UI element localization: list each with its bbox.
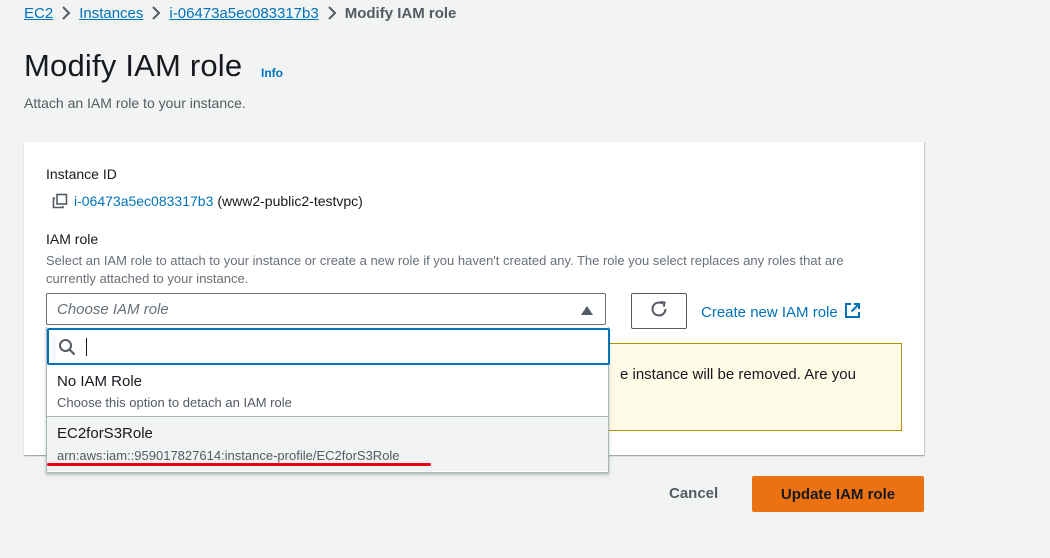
chevron-right-icon [319,6,345,20]
refresh-icon [649,299,669,324]
option-label: EC2forS3Role [57,425,153,442]
warning-text: e instance will be removed. Are you [620,366,856,383]
create-iam-role-label: Create new IAM role [701,304,838,321]
chevron-right-icon [143,6,169,20]
option-description: Choose this option to detach an IAM role [57,395,292,410]
warning-alert: e instance will be removed. Are you [584,343,902,431]
search-icon [58,338,76,361]
option-label: No IAM Role [57,373,143,390]
iam-role-description: Select an IAM role to attach to your ins… [46,253,844,286]
external-link-icon [838,302,861,323]
refresh-button[interactable] [631,293,687,329]
cancel-button[interactable]: Cancel [669,485,718,502]
iam-role-label: IAM role [46,231,99,247]
iam-role-select[interactable]: Choose IAM role [46,293,606,325]
iam-role-search-input[interactable] [47,328,610,365]
instance-id-link[interactable]: i-06473a5ec083317b3 [74,193,213,209]
instance-id-label: Instance ID [46,166,117,182]
iam-role-select-placeholder: Choose IAM role [57,301,169,318]
breadcrumb: EC2 Instances i-06473a5ec083317b3 Modify… [24,3,456,23]
option-arn: arn:aws:iam::959017827614:instance-profi… [57,448,400,463]
breadcrumb-ec2[interactable]: EC2 [24,5,53,22]
breadcrumb-instance-id[interactable]: i-06473a5ec083317b3 [169,5,318,22]
update-iam-role-button[interactable]: Update IAM role [752,476,924,512]
chevron-right-icon [53,6,79,20]
breadcrumb-instances[interactable]: Instances [79,5,143,22]
page-title: Modify IAM role [24,48,243,83]
annotation-underline [47,463,431,466]
text-cursor [86,338,87,356]
caret-up-icon [581,306,593,315]
create-iam-role-link[interactable]: Create new IAM role [701,302,861,323]
instance-name: (www2-public2-testvpc) [217,193,363,209]
breadcrumb-current: Modify IAM role [344,4,457,22]
instance-id-row: i-06473a5ec083317b3 (www2-public2-testvp… [52,193,363,209]
iam-role-dropdown: No IAM Role Choose this option to detach… [46,327,610,473]
info-link[interactable]: Info [261,66,283,80]
page-subtitle: Attach an IAM role to your instance. [24,95,246,111]
copy-icon[interactable] [52,193,68,209]
option-no-iam-role[interactable]: No IAM Role Choose this option to detach… [47,366,608,416]
